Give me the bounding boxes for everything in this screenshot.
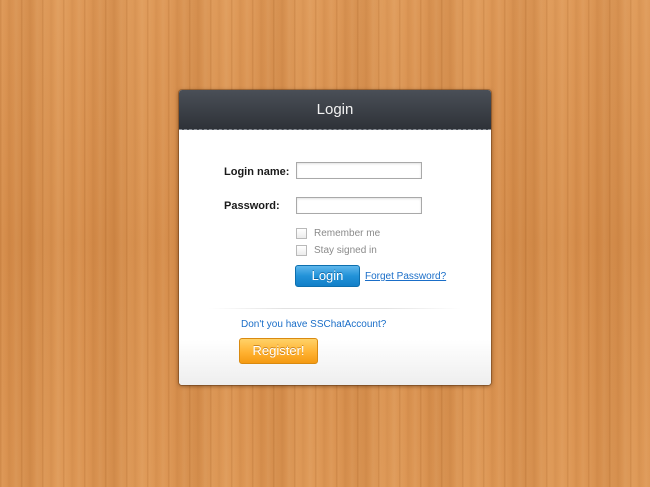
section-divider — [209, 308, 461, 309]
remember-me-row[interactable]: Remember me — [296, 227, 380, 239]
login-button[interactable]: Login — [295, 265, 360, 287]
forgot-password-link[interactable]: Forget Password? — [365, 271, 446, 282]
no-account-prompt[interactable]: Don't you have SSChatAccount? — [241, 319, 386, 330]
dialog-footer — [179, 340, 491, 385]
dialog-header: Login — [179, 90, 491, 130]
stay-signed-in-row[interactable]: Stay signed in — [296, 244, 377, 256]
password-label: Password: — [224, 200, 280, 212]
stay-signed-in-label: Stay signed in — [314, 244, 377, 256]
dialog-title: Login — [316, 101, 354, 118]
stay-signed-in-checkbox[interactable] — [296, 244, 307, 256]
remember-me-label: Remember me — [314, 227, 381, 239]
remember-me-checkbox[interactable] — [296, 227, 307, 239]
login-dialog: Login Login name: Password: Remember me … — [179, 90, 491, 385]
login-name-label: Login name: — [224, 166, 290, 178]
password-input[interactable] — [296, 197, 422, 214]
register-button[interactable]: Register! — [239, 338, 318, 364]
login-name-input[interactable] — [296, 162, 422, 179]
